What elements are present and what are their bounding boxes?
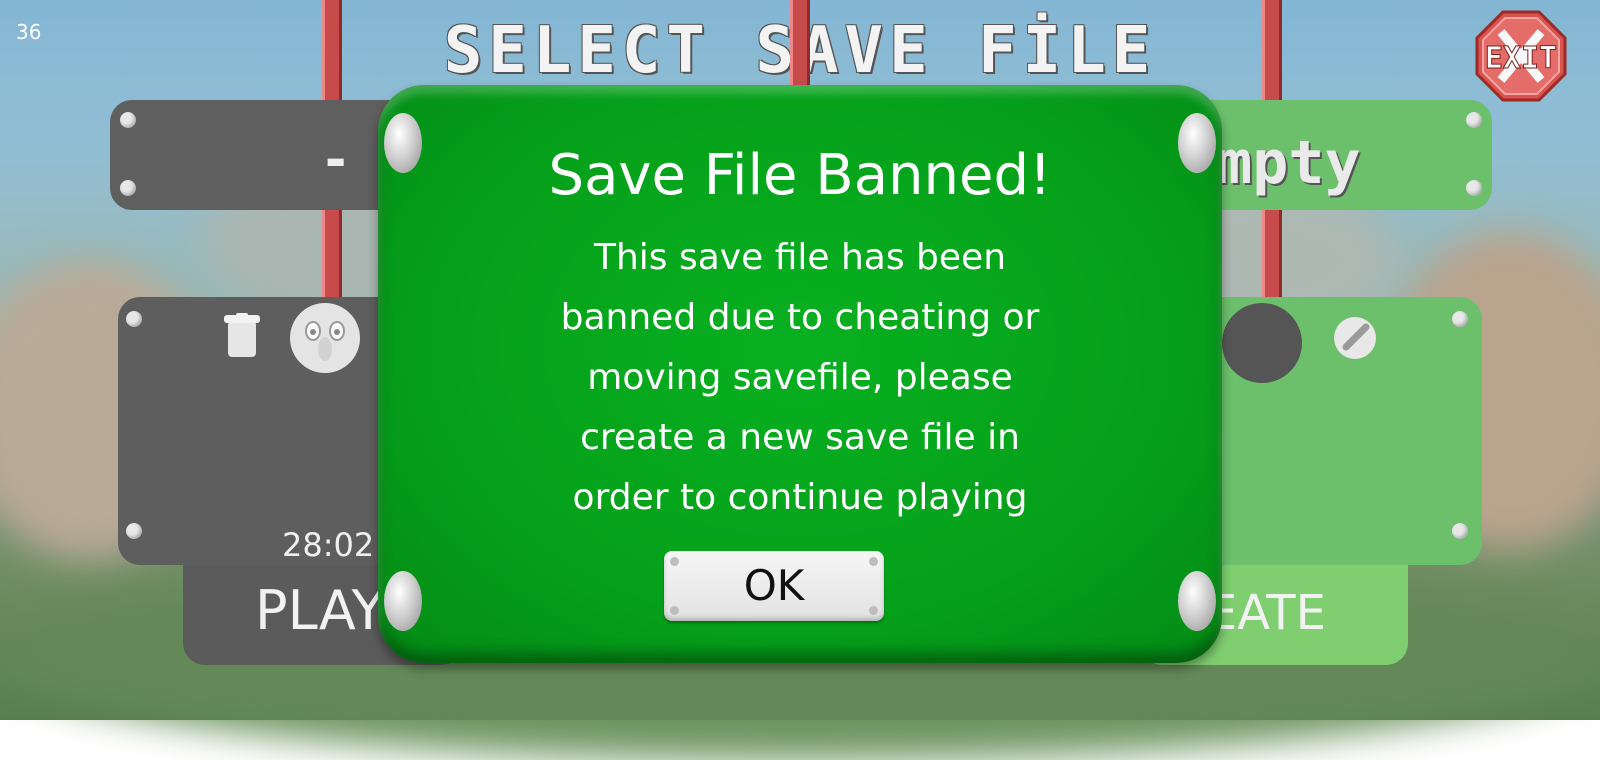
ban-dialog: Save File Banned! This save file has bee…	[378, 85, 1222, 663]
plate-bolt	[120, 180, 136, 196]
dialog-message-line: create a new save file in	[580, 417, 1020, 458]
dialog-screw	[384, 571, 422, 631]
trash-icon[interactable]	[224, 313, 260, 363]
ok-button[interactable]: OK	[664, 551, 884, 621]
button-bolt	[670, 606, 679, 615]
slot1-label-plate[interactable]: -	[110, 100, 410, 210]
character-face-icon	[288, 301, 362, 379]
dialog-title: Save File Banned!	[548, 143, 1052, 208]
ok-button-label: OK	[743, 561, 805, 610]
dialog-message-line: moving savefile, please	[587, 357, 1013, 398]
slot1-top-label: -	[320, 130, 352, 190]
plate-bolt	[1466, 112, 1482, 128]
slot1-play-label: PLAY	[255, 579, 385, 642]
button-bolt	[869, 557, 878, 566]
dialog-screw	[1178, 571, 1216, 631]
button-bolt	[869, 606, 878, 615]
fps-counter: 36	[16, 20, 42, 44]
dialog-message-line: This save file has been	[593, 237, 1007, 278]
edit-pencil-icon[interactable]	[1332, 315, 1378, 365]
exit-button[interactable]: EXIT	[1475, 10, 1567, 102]
plate-bolt	[1452, 311, 1468, 327]
plate-bolt	[126, 311, 142, 327]
plate-bolt	[1466, 180, 1482, 196]
dialog-message-line: banned due to cheating or	[560, 297, 1040, 338]
exit-label: EXIT	[1485, 41, 1557, 76]
exit-stop-sign-icon: EXIT	[1475, 10, 1567, 102]
slot1-playtime: 28:02	[282, 526, 375, 564]
plate-bolt	[120, 112, 136, 128]
dialog-message-line: order to continue playing	[572, 477, 1028, 518]
slot1-card[interactable]	[118, 297, 418, 565]
plate-bolt	[1452, 523, 1468, 539]
empty-avatar-placeholder	[1222, 303, 1302, 383]
button-bolt	[670, 557, 679, 566]
hanging-rope	[790, 0, 810, 90]
plate-bolt	[126, 523, 142, 539]
dialog-message: This save file has been banned due to ch…	[508, 228, 1092, 528]
